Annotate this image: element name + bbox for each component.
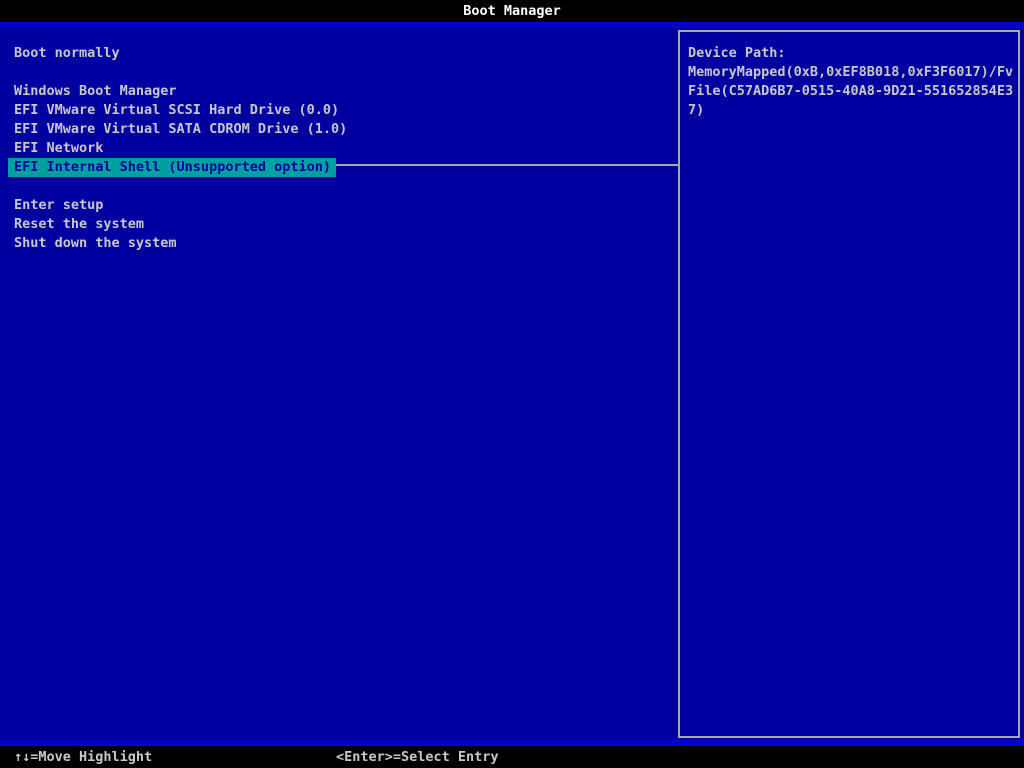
device-path-line: 7) [688,101,1010,120]
device-path-line: Device Path: [688,44,1010,63]
title-bar: Boot Manager [0,0,1024,22]
menu-item[interactable]: Windows Boot Manager [8,82,183,101]
menu-item[interactable]: Shut down the system [8,234,183,253]
menu-item[interactable]: EFI Network [8,139,109,158]
menu-item[interactable]: Enter setup [8,196,109,215]
device-path-line: MemoryMapped(0xB,0xEF8B018,0xF3F6017)/Fv [688,63,1010,82]
menu-item[interactable]: EFI VMware Virtual SCSI Hard Drive (0.0) [8,101,345,120]
device-path-line: File(C57AD6B7-0515-40A8-9D21-551652854E3 [688,82,1010,101]
menu-item[interactable]: Reset the system [8,215,150,234]
menu-item[interactable]: EFI VMware Virtual SATA CDROM Drive (1.0… [8,120,353,139]
menu-item[interactable]: Boot normally [8,44,126,63]
page-title: Boot Manager [463,3,561,19]
device-path-panel: Device Path:MemoryMapped(0xB,0xEF8B018,0… [678,30,1020,738]
status-hint-select-entry: <Enter>=Select Entry [336,746,499,768]
status-hint-move-highlight: ↑↓=Move Highlight [14,746,152,768]
top-accent-strip [0,22,1024,28]
boot-manager-screen: Boot Manager Boot normally Windows Boot M… [0,0,1024,768]
device-path-text: Device Path:MemoryMapped(0xB,0xEF8B018,0… [688,44,1010,120]
status-bar: ↑↓=Move Highlight <Enter>=Select Entry [0,746,1024,768]
highlight-connector-line [336,164,678,166]
menu-item[interactable]: EFI Internal Shell (Unsupported option) [8,158,336,177]
